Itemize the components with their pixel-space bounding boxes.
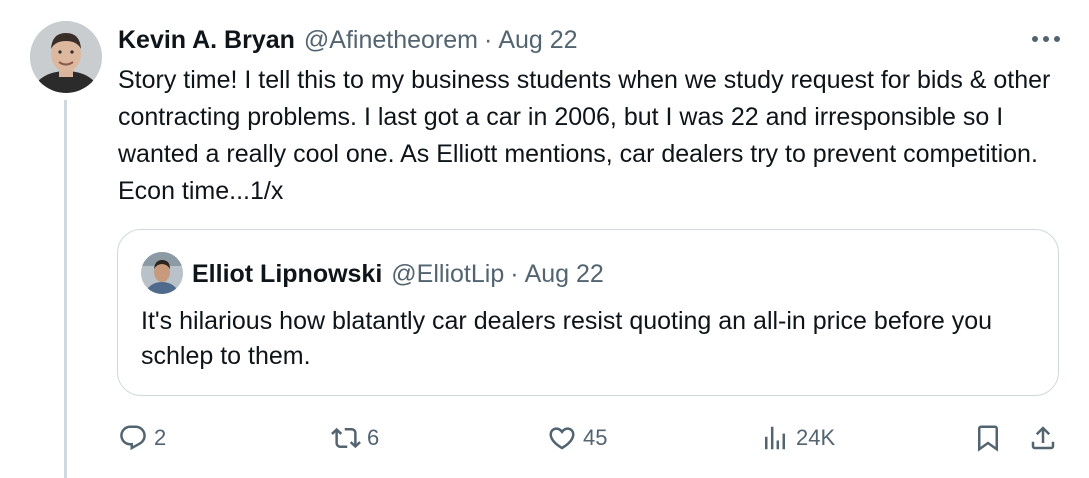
quoted-tweet-card[interactable]: Elliot Lipnowski @ElliotLip · Aug 22 It'…	[117, 229, 1059, 396]
more-icon	[1032, 36, 1060, 42]
author-handle[interactable]: @Afinetheorem	[304, 26, 478, 55]
repost-icon	[331, 427, 361, 449]
author-avatar[interactable]	[30, 21, 102, 93]
quoted-author-name: Elliot Lipnowski	[192, 259, 383, 288]
repost-button[interactable]: 6	[331, 420, 379, 456]
heart-icon	[549, 427, 575, 450]
quoted-author-handle: @ElliotLip	[391, 259, 505, 288]
tweet-date[interactable]: Aug 22	[498, 26, 577, 55]
quoted-author-avatar-image	[141, 252, 183, 294]
bookmark-button[interactable]	[970, 420, 1006, 456]
quoted-tweet-header: Elliot Lipnowski @ElliotLip · Aug 22	[192, 258, 604, 290]
author-avatar-image	[30, 21, 102, 93]
like-count: 45	[583, 425, 608, 450]
share-button[interactable]	[1025, 420, 1061, 456]
author-name[interactable]: Kevin A. Bryan	[118, 26, 295, 55]
separator-dot: ·	[483, 25, 493, 54]
share-icon	[1031, 426, 1055, 450]
reply-count: 2	[154, 425, 167, 450]
tweet-header: Kevin A. Bryan @Afinetheorem · Aug 22	[118, 24, 578, 56]
quoted-tweet-date: Aug 22	[524, 259, 604, 288]
reply-icon	[120, 425, 146, 451]
thread-line	[64, 100, 67, 478]
quoted-separator-dot: ·	[510, 259, 519, 288]
like-button[interactable]: 45	[547, 420, 607, 456]
more-options-button[interactable]	[1029, 26, 1063, 52]
views-icon	[765, 426, 785, 450]
views-count: 24K	[796, 425, 836, 450]
reply-button[interactable]: 2	[118, 420, 166, 456]
views-button[interactable]: 24K	[760, 420, 835, 456]
quoted-author-avatar[interactable]	[141, 252, 183, 294]
repost-count: 6	[367, 425, 380, 450]
bookmark-icon	[978, 425, 998, 452]
quoted-tweet-text: It's hilarious how blatantly car dealers…	[141, 307, 1000, 370]
tweet-text: Story time! I tell this to my business s…	[118, 66, 1058, 205]
